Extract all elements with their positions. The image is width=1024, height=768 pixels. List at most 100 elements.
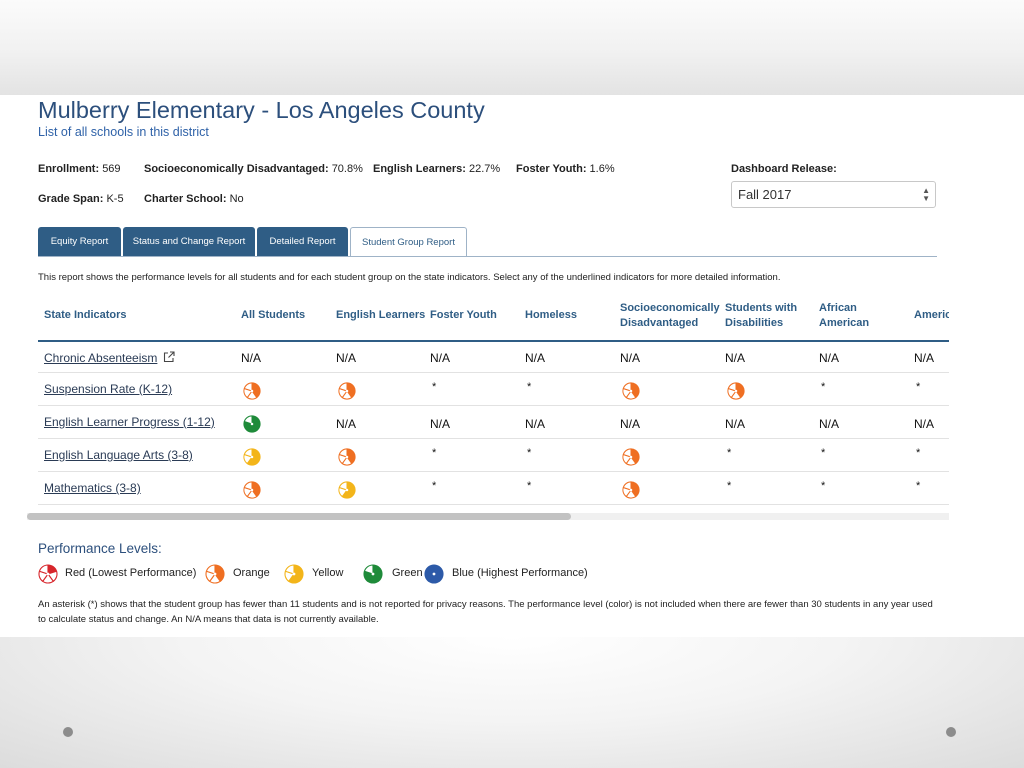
column-header-homeless: Homeless [525,309,577,321]
yellow-performance-gauge-icon [243,448,261,466]
column-header-socioeconomically-disadvantaged: Socioeconomically Disadvantaged [620,302,720,329]
column-header-all-students: All Students [241,309,306,321]
tab-student-group-report[interactable]: Student Group Report [350,227,467,257]
orange-performance-gauge-icon [243,481,261,499]
slide-bottom-band [0,637,1024,768]
table-horizontal-scrollbar[interactable] [27,513,949,520]
performance-levels-title: Performance Levels: [38,541,162,556]
slide-top-band [0,0,1024,95]
not-reported-asterisk: * [727,480,732,492]
charter-school-fact: Charter School: No [144,193,244,205]
district-schools-link[interactable]: List of all schools in this district [38,125,209,139]
indicator-chronic-absenteeism[interactable]: Chronic Absenteeism [44,350,175,365]
report-intro-text: This report shows the performance levels… [38,272,781,283]
not-reported-asterisk: * [527,381,532,393]
footnote-text: An asterisk (*) shows that the student g… [38,599,933,625]
orange-performance-gauge-icon [243,382,261,400]
orange-performance-gauge-icon [727,382,745,400]
orange-performance-gauge-icon [338,448,356,466]
not-available-value: N/A [241,351,262,365]
table-row-divider [38,504,949,505]
legend-label: Yellow [312,567,344,579]
legend-label: Orange [233,567,270,579]
table-header-rule [38,340,949,342]
page-title: Mulberry Elementary - Los Angeles County [38,97,485,123]
enrollment-fact: Enrollment: 569 [38,163,121,175]
not-available-value: N/A [725,351,746,365]
green-performance-gauge-icon [243,415,261,433]
not-reported-asterisk: * [432,447,437,459]
red-performance-gauge-icon [38,564,58,584]
orange-performance-gauge-icon [622,481,640,499]
sed-fact: Socioeconomically Disadvantaged: 70.8% [144,163,363,175]
not-reported-asterisk: * [432,381,437,393]
slide-decoration-dot [946,727,956,737]
not-reported-asterisk: * [916,447,921,459]
table-row-divider [38,471,949,472]
not-available-value: N/A [620,417,641,431]
dashboard-page: Mulberry Elementary - Los Angeles County… [0,95,1024,637]
not-available-value: N/A [725,417,746,431]
orange-performance-gauge-icon [622,382,640,400]
column-header-foster-youth: Foster Youth [430,309,497,321]
not-reported-asterisk: * [432,480,437,492]
dashboard-release-select[interactable]: Fall 2017 ▲ ▼ [731,181,936,208]
not-available-value: N/A [819,417,840,431]
column-header-state-indicators: State Indicators [44,309,127,321]
indicator-english-learner-progress[interactable]: English Learner Progress (1-12) [44,415,215,429]
not-reported-asterisk: * [916,381,921,393]
tab-divider [38,256,937,257]
table-row-divider [38,372,949,373]
orange-performance-gauge-icon [338,382,356,400]
foster-youth-fact: Foster Youth: 1.6% [516,163,615,175]
not-available-value: N/A [620,351,641,365]
indicator-suspension-rate[interactable]: Suspension Rate (K-12) [44,382,172,396]
legend-label: Red (Lowest Performance) [65,567,197,579]
indicator-label: Chronic Absenteeism [44,351,158,365]
not-reported-asterisk: * [527,480,532,492]
column-header-american: Americ [914,309,949,321]
scrollbar-thumb[interactable] [27,513,571,520]
column-header-students-with-disabilities: Students with Disabilities [725,302,798,329]
table-row-divider [38,405,949,406]
slide-decoration-dot [63,727,73,737]
not-reported-asterisk: * [821,447,826,459]
table-row-divider [38,438,949,439]
english-learners-fact: English Learners: 22.7% [373,163,501,175]
yellow-performance-gauge-icon [338,481,356,499]
tab-detailed-report[interactable]: Detailed Report [257,227,348,256]
green-performance-gauge-icon [363,564,383,584]
orange-performance-gauge-icon [622,448,640,466]
not-reported-asterisk: * [727,447,732,459]
not-available-value: N/A [914,351,935,365]
not-available-value: N/A [430,351,451,365]
select-arrows-icon: ▲ ▼ [922,186,930,203]
student-group-table: State Indicators All Students English Le… [38,300,949,505]
not-reported-asterisk: * [821,381,826,393]
not-available-value: N/A [430,417,451,431]
legend-label: Green [392,567,423,579]
orange-performance-gauge-icon [205,564,225,584]
tab-equity-report[interactable]: Equity Report [38,227,121,256]
not-available-value: N/A [525,417,546,431]
grade-span-fact: Grade Span: K-5 [38,193,124,205]
indicator-mathematics[interactable]: Mathematics (3-8) [44,481,141,495]
yellow-performance-gauge-icon [284,564,304,584]
not-reported-asterisk: * [916,480,921,492]
column-header-african-american: African American [819,302,870,329]
dashboard-release-value: Fall 2017 [738,187,792,202]
not-available-value: N/A [336,351,357,365]
dashboard-release-label: Dashboard Release: [731,163,837,175]
not-reported-asterisk: * [821,480,826,492]
not-available-value: N/A [525,351,546,365]
blue-performance-gauge-icon [424,564,444,584]
not-reported-asterisk: * [527,447,532,459]
legend-label: Blue (Highest Performance) [452,567,588,579]
external-link-icon [164,351,175,363]
not-available-value: N/A [914,417,935,431]
column-header-english-learners: English Learners [336,309,426,321]
not-available-value: N/A [336,417,357,431]
tab-status-and-change-report[interactable]: Status and Change Report [123,227,255,256]
not-available-value: N/A [819,351,840,365]
indicator-english-language-arts[interactable]: English Language Arts (3-8) [44,448,193,462]
